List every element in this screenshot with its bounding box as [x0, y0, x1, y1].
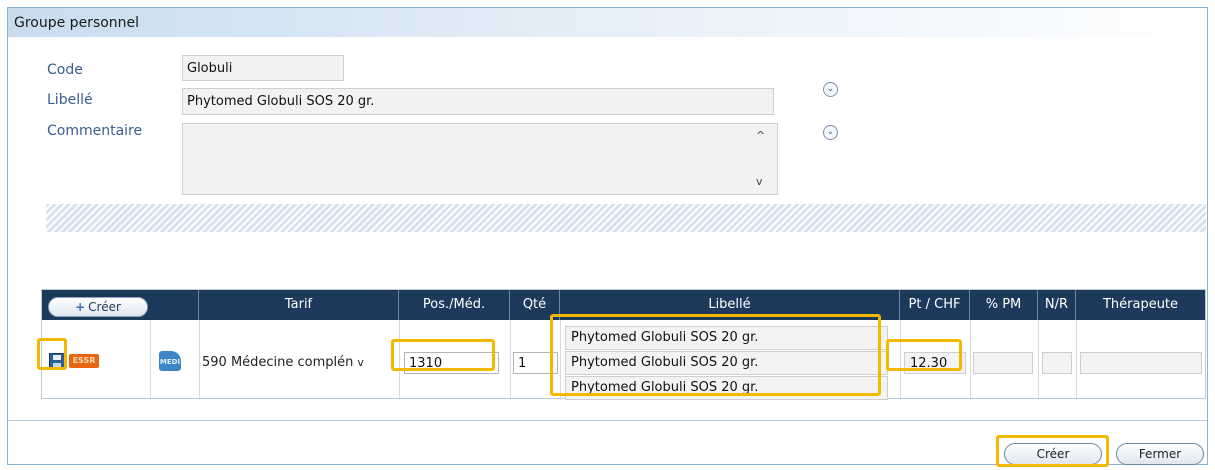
highlight-price — [886, 339, 962, 371]
column-header-position[interactable]: Pos./Méd. — [399, 290, 510, 320]
medication-icon[interactable]: MEDI — [159, 351, 181, 371]
libelle-field[interactable]: Phytomed Globuli SOS 20 gr. — [182, 88, 774, 115]
grid-create-button[interactable]: + Créer — [48, 297, 148, 317]
section-divider — [46, 204, 1206, 232]
highlight-position — [391, 339, 495, 371]
commentaire-textarea[interactable] — [182, 123, 778, 195]
column-header-nr[interactable]: N/R — [1038, 290, 1076, 320]
pm-input[interactable] — [973, 352, 1033, 374]
scroll-down-icon[interactable]: v — [756, 175, 1201, 188]
code-label: Code — [47, 62, 83, 78]
dialog-window: Groupe personnel Code Globuli Libellé Ph… — [7, 7, 1208, 465]
column-header-therapeute[interactable]: Thérapeute — [1076, 290, 1205, 320]
tarif-select[interactable]: 590 Médecine complén v — [202, 352, 396, 374]
cancel-icon[interactable]: ESSR — [69, 354, 99, 368]
nr-input[interactable] — [1042, 352, 1072, 374]
highlight-save — [37, 338, 67, 370]
highlight-create-button — [996, 435, 1109, 467]
footer-divider — [8, 420, 1207, 421]
expand-commentaire-icon[interactable]: ⌄ — [823, 125, 838, 140]
code-field[interactable]: Globuli — [182, 55, 344, 81]
commentaire-label: Commentaire — [47, 123, 143, 139]
libelle-label: Libellé — [47, 92, 93, 108]
chevron-down-icon: v — [357, 356, 364, 369]
expand-libelle-icon[interactable]: ⌄ — [823, 82, 838, 97]
close-button[interactable]: Fermer — [1116, 443, 1204, 465]
column-header-tarif[interactable]: Tarif — [199, 290, 399, 320]
therapeute-input[interactable] — [1080, 352, 1202, 374]
highlight-libelle — [550, 314, 881, 396]
column-header-price[interactable]: Pt / CHF — [900, 290, 970, 320]
window-title: Groupe personnel — [14, 15, 140, 31]
plus-icon: + — [75, 300, 86, 314]
column-header-pm[interactable]: % PM — [970, 290, 1038, 320]
title-bar: Groupe personnel — [8, 8, 1207, 37]
